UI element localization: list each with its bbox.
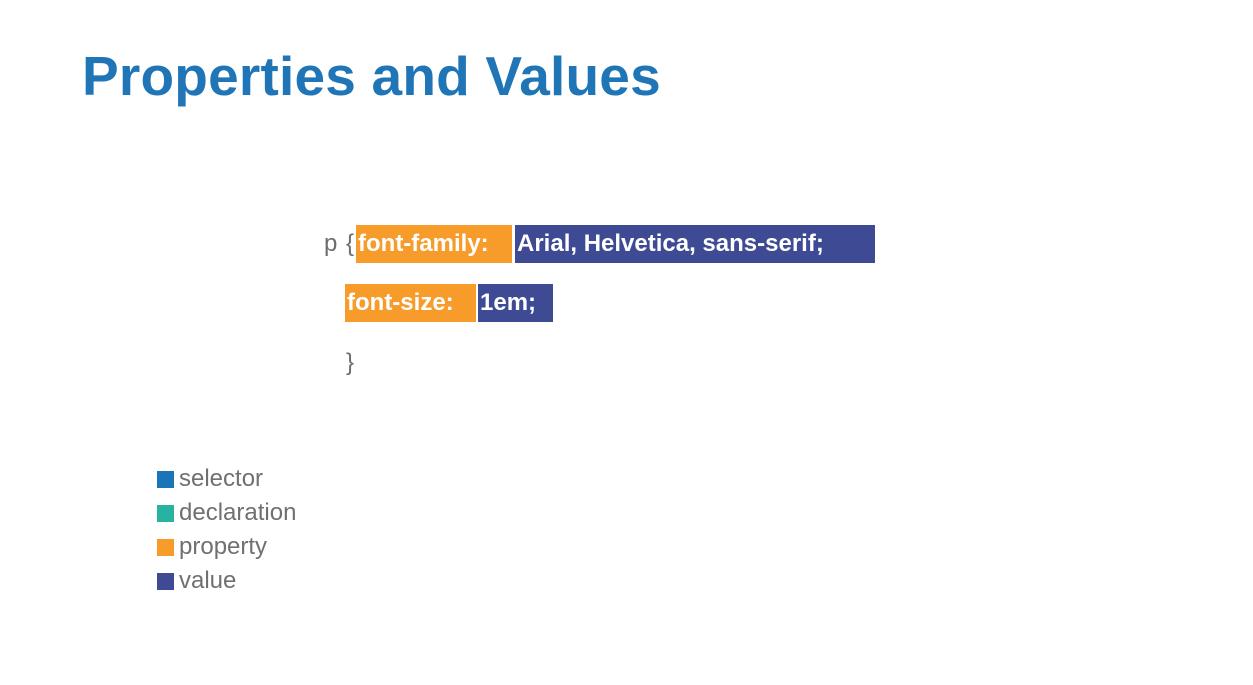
code-selector: p [324, 230, 338, 257]
legend-item-value: value [157, 564, 296, 598]
legend-swatch-property [157, 538, 174, 556]
legend-label-value: value [179, 567, 237, 594]
legend-label-selector: selector [179, 465, 264, 492]
color-legend: selector declaration property value [157, 462, 296, 598]
legend-label-declaration: declaration [179, 499, 297, 526]
value-chip-font-family: Arial, Helvetica, sans-serif; [515, 225, 875, 263]
code-open-brace: { [346, 230, 355, 257]
property-chip-font-size: font-size: [345, 284, 476, 322]
legend-swatch-value [157, 572, 174, 590]
legend-item-property: property [157, 530, 296, 564]
property-chip-font-family: font-family: [356, 225, 512, 263]
legend-item-selector: selector [157, 462, 296, 496]
legend-swatch-selector [157, 470, 174, 488]
value-chip-font-size: 1em; [478, 284, 553, 322]
slide: Properties and Values p { font-family: A… [0, 0, 1253, 685]
legend-swatch-declaration [157, 504, 174, 522]
legend-item-declaration: declaration [157, 496, 296, 530]
legend-label-property: property [179, 533, 268, 560]
code-close-brace: } [346, 349, 355, 376]
